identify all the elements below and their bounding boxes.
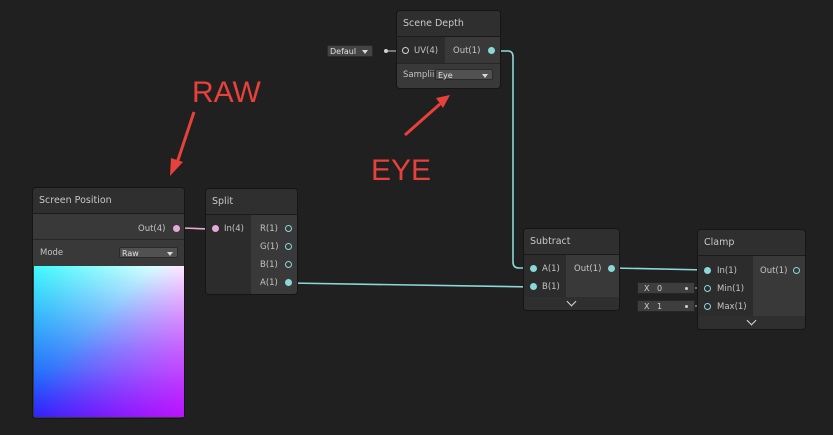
clamp-max-field[interactable]: X 1 <box>637 300 695 312</box>
clamp-out-label: Out(1) <box>760 266 788 276</box>
uv-label: UV(4) <box>414 46 439 56</box>
caret-down-icon <box>167 252 173 256</box>
clamp-title: Clamp <box>704 237 735 248</box>
wire-subtract-to-clamp[interactable] <box>611 267 708 271</box>
screen-position-title: Screen Position <box>39 195 112 206</box>
min-default-dot <box>685 287 688 290</box>
screen-position-header[interactable]: Screen Position <box>33 188 184 214</box>
clamp-in-label: In(1) <box>717 266 737 276</box>
caret-down-icon <box>482 74 488 78</box>
clamp-header[interactable]: Clamp <box>698 230 805 256</box>
chevron-down-icon[interactable] <box>566 296 577 307</box>
scene-depth-divider <box>397 63 500 64</box>
clamp-min-field[interactable]: X 0 <box>637 282 695 294</box>
preview-overlay-2 <box>34 266 184 417</box>
max-default-dot <box>685 305 688 308</box>
scene-depth-node[interactable]: Scene Depth UV(4) Out(1) Samplii Eye <box>397 11 500 88</box>
split-header[interactable]: Split <box>206 189 297 215</box>
subtract-out-port[interactable] <box>608 265 615 272</box>
subtract-a-label: A(1) <box>542 264 560 274</box>
scene-depth-title: Scene Depth <box>403 18 464 29</box>
subtract-out-label: Out(1) <box>574 264 602 274</box>
chevron-down-icon[interactable] <box>746 315 757 326</box>
screen-position-divider <box>33 239 184 240</box>
mode-dropdown[interactable]: Raw <box>119 247 178 258</box>
clamp-min-label: Min(1) <box>717 284 745 294</box>
uv-default-dot <box>384 49 388 53</box>
screen-position-out-port[interactable] <box>173 225 180 232</box>
annotation-eye: EYE <box>371 154 432 187</box>
mode-value: Raw <box>122 249 139 258</box>
split-title: Split <box>212 196 234 207</box>
split-out-g-label: G(1) <box>260 242 279 252</box>
split-out-b-label: B(1) <box>260 260 278 270</box>
subtract-header[interactable]: Subtract <box>524 229 619 255</box>
subtract-b-label: B(1) <box>542 282 560 292</box>
scene-depth-out-label: Out(1) <box>453 46 481 56</box>
wire-split-a-to-subtract-b[interactable] <box>288 282 535 288</box>
subtract-b-port[interactable] <box>530 283 537 290</box>
split-out-g-port[interactable] <box>285 243 292 250</box>
max-axis-label: X <box>644 302 650 311</box>
subtract-node[interactable]: Subtract A(1) B(1) Out(1) <box>524 229 619 310</box>
clamp-min-port[interactable] <box>704 285 711 292</box>
scene-depth-out-port[interactable] <box>488 47 495 54</box>
min-axis-label: X <box>644 284 650 293</box>
split-in-port[interactable] <box>212 225 219 232</box>
split-out-r-label: R(1) <box>260 224 278 234</box>
max-value[interactable]: 1 <box>657 301 662 313</box>
subtract-footer[interactable] <box>524 296 619 310</box>
uv-port[interactable] <box>402 47 409 54</box>
subtract-title: Subtract <box>530 236 571 247</box>
caret-down-icon <box>362 50 368 54</box>
sampling-value: Eye <box>438 71 453 80</box>
mode-label: Mode <box>40 248 64 258</box>
clamp-max-label: Max(1) <box>717 302 747 312</box>
screen-position-node[interactable]: Screen Position Out(4) Mode Raw <box>33 188 184 418</box>
clamp-node[interactable]: Clamp In(1) Min(1) Max(1) Out(1) <box>698 230 805 329</box>
annotation-raw: RAW <box>192 76 261 109</box>
clamp-out-port[interactable] <box>793 267 800 274</box>
split-out-a-label: A(1) <box>260 278 278 288</box>
uv-default-dropdown[interactable]: Defaul <box>327 45 373 57</box>
sampling-dropdown[interactable]: Eye <box>435 69 493 80</box>
split-node[interactable]: Split In(4) R(1) G(1) B(1) A(1) <box>206 189 297 294</box>
split-out-b-port[interactable] <box>285 261 292 268</box>
subtract-a-port[interactable] <box>530 265 537 272</box>
clamp-max-port[interactable] <box>704 303 711 310</box>
screen-position-preview <box>34 266 184 417</box>
uv-default-value: Defaul <box>330 47 357 56</box>
screen-position-out-label: Out(4) <box>138 224 166 234</box>
split-in-label: In(4) <box>224 224 244 234</box>
min-value[interactable]: 0 <box>657 283 662 295</box>
sampling-label: Samplii <box>403 70 435 80</box>
scene-depth-header[interactable]: Scene Depth <box>397 11 500 37</box>
split-out-r-port[interactable] <box>285 225 292 232</box>
clamp-in-port[interactable] <box>704 267 711 274</box>
clamp-footer[interactable] <box>698 315 805 329</box>
split-out-a-port[interactable] <box>285 279 292 286</box>
